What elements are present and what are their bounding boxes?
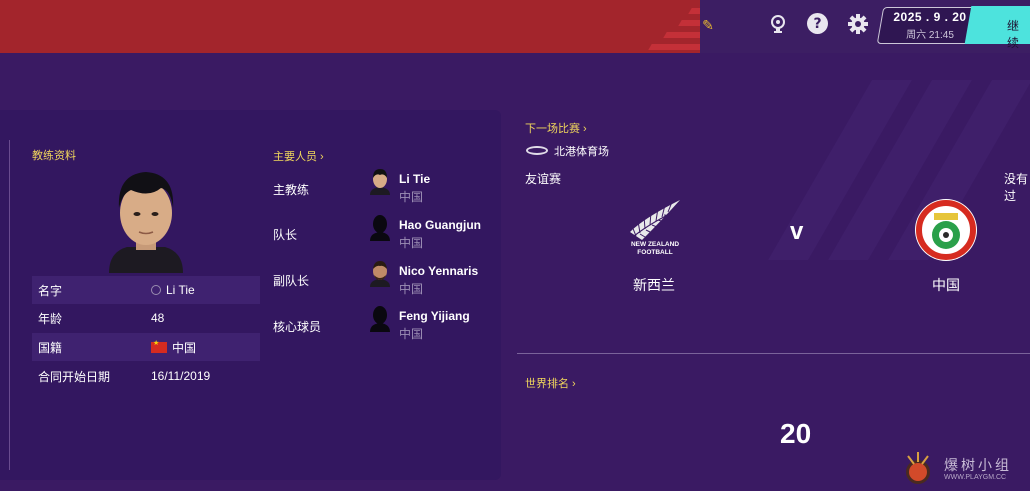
role-label: 核心球员	[273, 320, 322, 334]
coach-contract-value: 16/11/2019	[151, 369, 211, 383]
coach-name-label: 名字	[38, 283, 63, 298]
player-nationality: 中国	[399, 236, 424, 250]
player-name[interactable]: Feng Yijiang	[399, 309, 470, 323]
player-name[interactable]: Hao Guangjun	[399, 218, 481, 232]
continue-label[interactable]: 继续	[1007, 17, 1030, 51]
coach-name-value[interactable]: Li Tie	[166, 283, 195, 297]
coach-section-title[interactable]: 教练资料	[32, 147, 76, 163]
watermark-logo	[900, 450, 938, 488]
world-ranking-value: 20	[780, 418, 812, 449]
china-flag-icon	[151, 339, 167, 353]
player-name[interactable]: Nico Yennaris	[399, 264, 478, 278]
coach-nationality-row: 国籍 中国	[32, 333, 260, 361]
player-nationality: 中国	[399, 282, 424, 296]
match-note: 没有过	[1004, 172, 1029, 203]
current-date: 2025 . 9 . 20	[893, 10, 967, 24]
top-bar	[0, 0, 1030, 53]
coach-contract-row: 合同开始日期 16/11/2019	[32, 362, 260, 390]
player-avatar-silhouette[interactable]	[368, 304, 392, 332]
player-name[interactable]: Li Tie	[399, 172, 430, 186]
player-nationality: 中国	[399, 327, 424, 341]
coach-nationality-value[interactable]: 中国	[172, 339, 196, 356]
key-people-title[interactable]: 主要人员 ›	[273, 148, 324, 164]
trophy-icon[interactable]	[767, 13, 789, 35]
next-match-title-text: 下一场比赛	[525, 123, 580, 135]
player-avatar[interactable]	[368, 167, 392, 195]
next-match-title[interactable]: 下一场比赛 ›	[525, 120, 587, 136]
new-zealand-crest[interactable]: NEW ZEALAND FOOTBALL	[622, 196, 688, 264]
away-team-name[interactable]: 中国	[932, 275, 960, 295]
coach-age-label: 年龄	[38, 311, 63, 326]
person-icon	[151, 285, 161, 295]
watermark-text: 爆树小组	[944, 458, 1012, 474]
pencil-icon[interactable]: ✎	[697, 15, 719, 37]
china-fa-crest[interactable]	[914, 198, 978, 262]
versus-label: v	[790, 218, 804, 245]
player-avatar-silhouette[interactable]	[368, 213, 392, 241]
role-label: 队长	[273, 228, 298, 242]
role-label: 主教练	[273, 183, 310, 197]
coach-photo	[105, 168, 187, 273]
watermark-url: WWW.PLAYGM.CC	[944, 474, 1007, 481]
coach-contract-label: 合同开始日期	[38, 369, 111, 384]
competition-name[interactable]: 友谊赛	[525, 170, 561, 187]
panel-divider	[9, 140, 10, 470]
world-ranking-title[interactable]: 世界排名 ›	[525, 375, 576, 391]
player-nationality: 中国	[399, 190, 424, 204]
role-label: 副队长	[273, 274, 310, 288]
new-zealand-crest-text: NEW ZEALAND FOOTBALL	[630, 241, 680, 256]
coach-nationality-label: 国籍	[38, 340, 63, 355]
home-team-name[interactable]: 新西兰	[633, 275, 675, 295]
stadium-name[interactable]: 北港体育场	[554, 143, 609, 159]
world-ranking-title-text: 世界排名	[525, 378, 569, 390]
section-divider	[517, 353, 1030, 354]
stadium-icon	[526, 146, 548, 155]
gear-icon[interactable]	[847, 13, 869, 35]
help-icon[interactable]: ?	[807, 13, 828, 34]
coach-age-row: 年龄 48	[32, 304, 260, 332]
coach-name-row: 名字 Li Tie	[32, 276, 260, 304]
coach-age-value: 48	[151, 311, 165, 325]
player-avatar[interactable]	[368, 259, 392, 287]
key-people-title-text: 主要人员	[273, 151, 317, 163]
